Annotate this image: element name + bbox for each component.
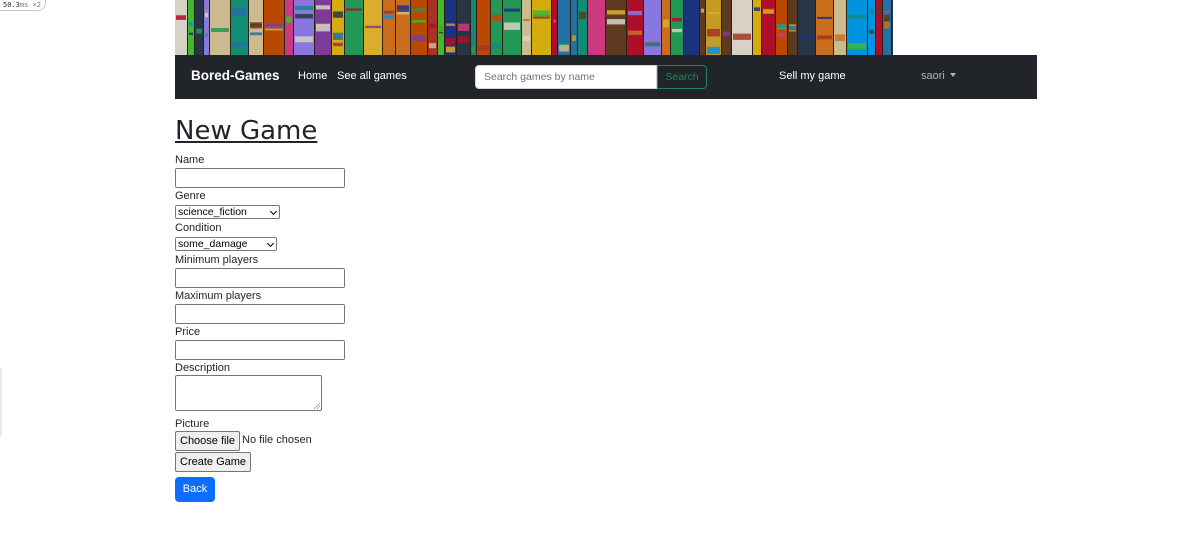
genre-select[interactable]: science_fiction <box>175 205 280 219</box>
condition-select[interactable]: some_damage <box>175 237 277 251</box>
create-game-button[interactable]: Create Game <box>175 452 252 472</box>
chevron-down-icon <box>269 207 278 216</box>
resize-grip-icon[interactable] <box>314 403 320 409</box>
side-handle <box>0 368 2 436</box>
file-status: No file chosen <box>242 434 312 446</box>
price-label: Price <box>175 326 201 338</box>
brand-link[interactable]: Bored-Games <box>191 68 280 83</box>
banner-image <box>175 0 893 55</box>
nav-link-all-games[interactable]: See all games <box>337 70 407 82</box>
max-players-field[interactable] <box>175 304 345 324</box>
caret-down-icon <box>949 73 956 77</box>
search-input[interactable] <box>475 65 657 89</box>
condition-label: Condition <box>175 222 222 234</box>
description-label: Description <box>175 362 231 374</box>
condition-selected-value: some_damage <box>178 238 248 250</box>
name-label: Name <box>175 154 205 166</box>
search-button[interactable]: Search <box>657 65 707 89</box>
back-button[interactable]: Back <box>175 477 215 502</box>
picture-label: Picture <box>175 418 210 430</box>
navbar: Bored-Games Home See all games Search Se… <box>175 55 1037 99</box>
genre-selected-value: science_fiction <box>178 206 247 218</box>
page-title: New Game <box>175 116 318 146</box>
genre-label: Genre <box>175 190 206 202</box>
user-dropdown[interactable]: saori <box>921 70 956 82</box>
min-players-label: Minimum players <box>175 254 259 266</box>
board-game-shelf-image <box>175 0 893 55</box>
performance-unit: ms ×2 <box>19 1 41 9</box>
nav-link-home[interactable]: Home <box>298 70 327 82</box>
price-field[interactable] <box>175 340 345 360</box>
min-players-field[interactable] <box>175 268 345 288</box>
choose-file-button[interactable]: Choose file <box>175 431 241 451</box>
performance-value: 50.3 <box>3 1 20 9</box>
chevron-down-icon <box>266 239 275 248</box>
name-field[interactable] <box>175 168 345 188</box>
nav-link-sell-game[interactable]: Sell my game <box>779 70 846 82</box>
description-textarea[interactable] <box>175 375 322 411</box>
max-players-label: Maximum players <box>175 290 262 302</box>
user-name: saori <box>921 70 945 82</box>
performance-badge: 50.3ms ×2 <box>0 0 46 11</box>
